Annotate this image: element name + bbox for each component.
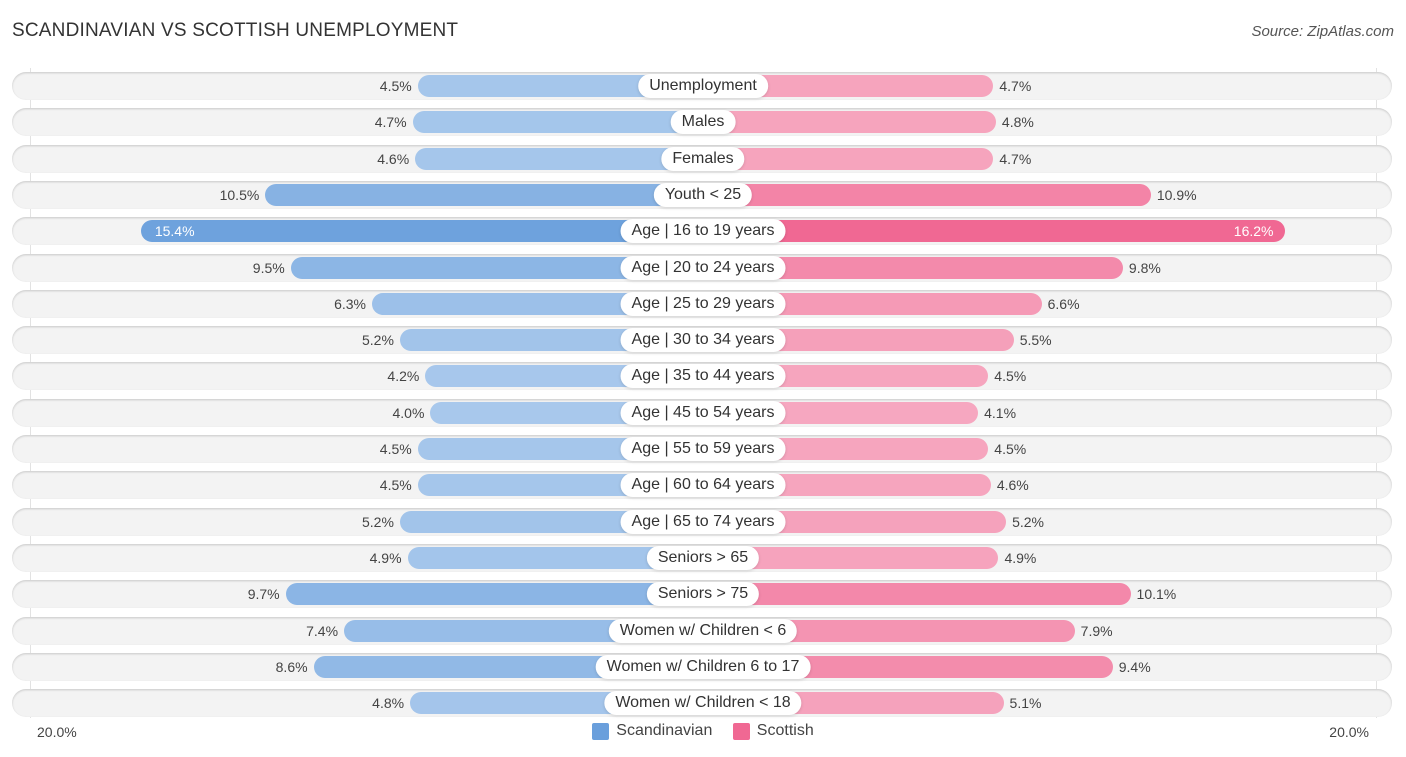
bar-scandinavian[interactable] (285, 583, 703, 606)
value-label-scandinavian: 9.5% (252, 259, 285, 276)
value-label-scottish: 6.6% (1047, 295, 1080, 312)
value-label-scottish: 10.1% (1136, 586, 1177, 603)
category-label: Seniors > 65 (646, 545, 760, 570)
value-label-scottish: 5.1% (1009, 695, 1042, 712)
bar-scottish[interactable] (703, 147, 994, 170)
legend-swatch-scandinavian (592, 722, 610, 740)
category-label: Unemployment (638, 74, 768, 98)
value-label-scandinavian: 4.0% (392, 404, 425, 421)
value-label-scandinavian: 9.7% (247, 586, 280, 603)
category-label: Males (670, 110, 736, 135)
category-label: Age | 20 to 24 years (620, 255, 786, 280)
source-label: Source: ZipAtlas.com (1251, 23, 1394, 40)
value-label-scottish: 9.8% (1128, 259, 1161, 276)
bar-scottish[interactable] (703, 111, 996, 134)
category-label: Seniors > 75 (646, 582, 760, 607)
value-label-scottish: 4.1% (984, 404, 1017, 421)
chart: SCANDINAVIAN VS SCOTTISH UNEMPLOYMENT So… (0, 0, 1406, 757)
bar-scandinavian[interactable] (412, 111, 703, 134)
category-label: Females (661, 146, 745, 171)
value-label-scandinavian: 4.5% (379, 441, 412, 457)
value-label-scandinavian: 5.2% (362, 332, 394, 349)
legend-item-scottish[interactable]: Scottish (732, 722, 814, 740)
value-label-scottish: 7.9% (1080, 622, 1113, 639)
value-label-scottish: 4.8% (1001, 114, 1034, 131)
category-label: Age | 65 to 74 years (620, 509, 786, 534)
category-label: Age | 35 to 44 years (620, 364, 786, 389)
value-label-scottish: 5.5% (1019, 332, 1052, 349)
value-label-scottish: 10.9% (1156, 186, 1197, 203)
value-label-scottish: 9.4% (1118, 658, 1151, 675)
value-label-scandinavian: 15.4% (154, 223, 195, 240)
value-label-scandinavian: 8.6% (275, 658, 308, 675)
value-label-scottish: 4.7% (999, 78, 1032, 94)
category-label: Age | 30 to 34 years (620, 328, 786, 353)
value-label-scandinavian: 5.2% (362, 513, 394, 530)
bar-scandinavian[interactable] (140, 220, 703, 243)
value-label-scottish: 4.5% (994, 368, 1027, 385)
value-label-scottish: 4.9% (1004, 549, 1037, 566)
value-label-scandinavian: 4.7% (374, 114, 407, 131)
bar-scottish[interactable] (703, 583, 1131, 606)
value-label-scandinavian: 4.8% (372, 695, 405, 712)
value-label-scandinavian: 6.3% (334, 295, 366, 312)
value-label-scandinavian: 4.2% (387, 368, 420, 385)
bar-scandinavian[interactable] (265, 183, 703, 206)
category-label: Age | 60 to 64 years (620, 473, 786, 498)
value-label-scandinavian: 4.6% (377, 150, 410, 167)
chart-title: SCANDINAVIAN VS SCOTTISH UNEMPLOYMENT (12, 20, 459, 41)
category-label: Women w/ Children < 18 (604, 691, 802, 716)
value-label-scottish: 16.2% (1233, 223, 1274, 240)
value-label-scottish: 4.7% (999, 150, 1032, 167)
value-label-scandinavian: 7.4% (306, 622, 339, 639)
category-label: Age | 16 to 19 years (620, 219, 786, 244)
bar-scottish[interactable] (703, 220, 1286, 243)
value-label-scandinavian: 4.5% (379, 477, 412, 494)
legend-item-scandinavian[interactable]: Scandinavian (592, 722, 712, 740)
value-label-scandinavian: 4.9% (369, 549, 402, 566)
category-label: Youth < 25 (653, 182, 753, 207)
value-label-scottish: 4.5% (994, 441, 1027, 457)
legend-label-scottish: Scottish (756, 722, 814, 739)
category-label: Age | 25 to 29 years (620, 291, 786, 316)
value-label-scandinavian: 10.5% (219, 186, 260, 203)
value-label-scandinavian: 4.5% (379, 78, 412, 94)
category-label: Age | 55 to 59 years (620, 437, 786, 461)
legend-swatch-scottish (732, 722, 750, 740)
category-label: Women w/ Children 6 to 17 (595, 654, 811, 679)
category-label: Women w/ Children < 6 (608, 618, 798, 643)
bar-scottish[interactable] (703, 183, 1151, 206)
legend: Scandinavian Scottish (0, 722, 1406, 745)
bar-scandinavian[interactable] (415, 147, 703, 170)
category-label: Age | 45 to 54 years (620, 400, 786, 425)
value-label-scottish: 4.6% (996, 477, 1029, 494)
legend-label-scandinavian: Scandinavian (616, 722, 713, 739)
value-label-scottish: 5.2% (1012, 513, 1044, 530)
